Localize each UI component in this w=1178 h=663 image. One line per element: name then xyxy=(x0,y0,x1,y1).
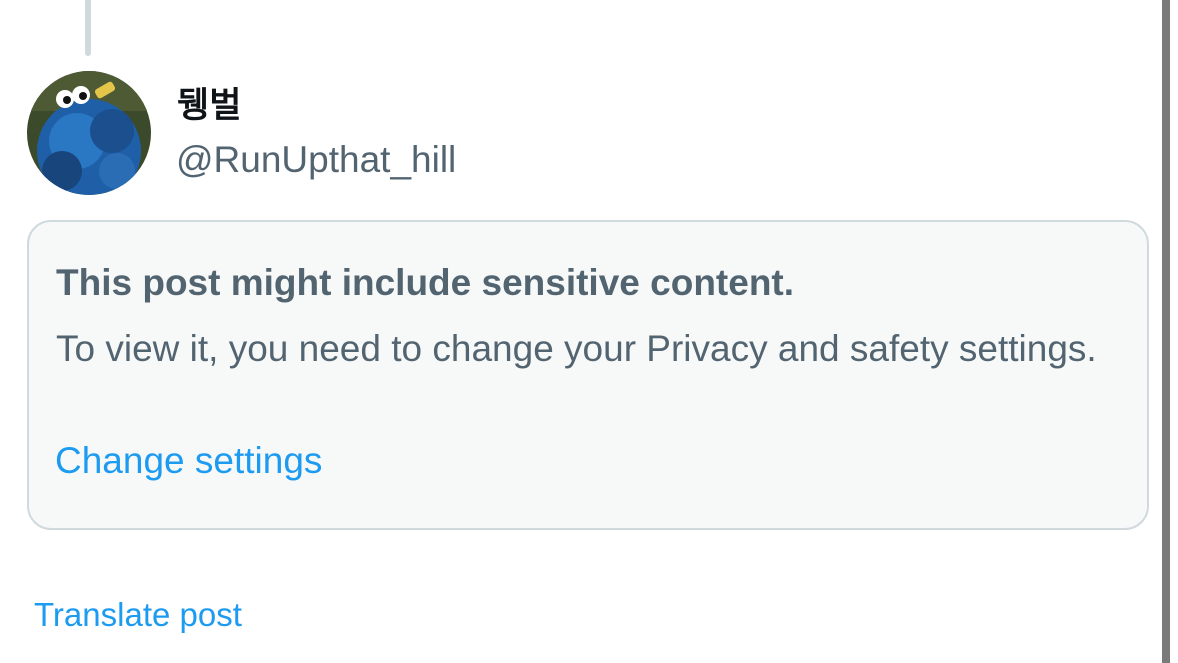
scrollbar[interactable] xyxy=(1162,0,1170,663)
sensitive-content-notice: This post might include sensitive conten… xyxy=(27,220,1149,530)
change-settings-link[interactable]: Change settings xyxy=(55,438,322,484)
translate-post-link[interactable]: Translate post xyxy=(34,593,242,637)
cookie-monster-avatar-icon xyxy=(27,71,151,195)
notice-body: To view it, you need to change your Priv… xyxy=(56,328,1097,369)
author-display-name[interactable]: 뒝벌 xyxy=(177,84,241,128)
author-handle[interactable]: @RunUpthat_hill xyxy=(176,138,456,182)
notice-title: This post might include sensitive conten… xyxy=(56,262,795,303)
author-avatar[interactable] xyxy=(27,71,151,195)
thread-connector-line xyxy=(85,0,91,56)
